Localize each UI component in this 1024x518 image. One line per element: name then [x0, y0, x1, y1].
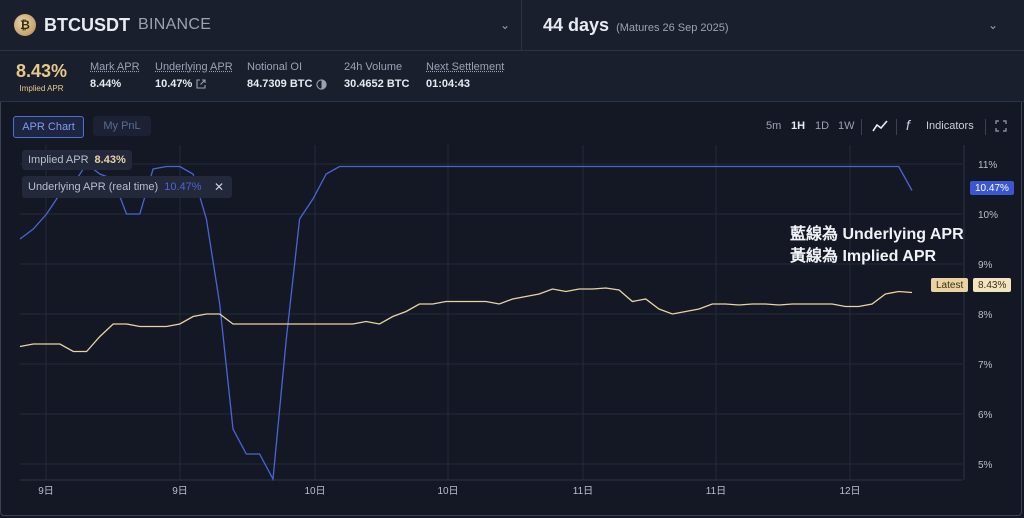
latest-label: Latest: [936, 279, 964, 291]
chevron-down-icon[interactable]: ⌄: [500, 18, 510, 32]
tab-apr-chart[interactable]: APR Chart: [13, 116, 84, 138]
maturity-selector[interactable]: 44 days (Matures 26 Sep 2025): [543, 15, 729, 36]
y-tick-label: 10%: [978, 210, 998, 221]
exchange-label: BINANCE: [138, 16, 212, 33]
chevron-down-icon[interactable]: ⌄: [988, 18, 998, 32]
x-tick-label: 10日: [437, 486, 458, 497]
x-tick-label: 11日: [573, 486, 593, 497]
symbol-label: BTCUSDT: [44, 14, 130, 35]
annotation-line-2: 黃線為 Implied APR: [790, 248, 937, 265]
days-label: 44 days: [543, 15, 610, 35]
legend-implied-label: Implied APR: [28, 154, 89, 166]
implied-apr-label: Implied APR: [19, 84, 64, 93]
chart-toolbar: APR Chart My PnL 5m 1H 1D 1W f Indicator…: [0, 108, 1024, 144]
legend-underlying: Underlying APR (real time) 10.47% ✕: [22, 176, 232, 198]
timeframe-1w[interactable]: 1W: [838, 120, 855, 132]
stat-value: 30.4652 BTC: [344, 78, 410, 90]
x-tick-label: 11日: [706, 486, 726, 497]
latest-price-tag: Latest: [931, 278, 969, 292]
stat-24h-volume: 24h Volume 30.4652 BTC: [344, 61, 409, 90]
legend-underlying-value: 10.47%: [164, 181, 202, 193]
stat-label: Notional OI: [247, 61, 303, 73]
top-bar: ₿ BTCUSDT BINANCE ⌄ 44 days (Matures 26 …: [0, 0, 1024, 51]
legend-implied: Implied APR 8.43%: [22, 150, 132, 170]
indicators-button[interactable]: Indicators: [926, 120, 974, 132]
timeframe-5m[interactable]: 5m: [766, 120, 781, 132]
implied-apr-summary: 8.43% Implied APR: [16, 61, 67, 93]
stat-value: 84.7309 BTC: [247, 78, 313, 90]
stat-value: 8.44%: [90, 78, 122, 90]
implied-apr-value: 8.43%: [16, 61, 68, 81]
stat-next-settlement: Next Settlement 01:04:43: [426, 61, 504, 90]
x-tick-label: 9日: [38, 486, 54, 497]
stat-label[interactable]: Mark APR: [90, 61, 140, 73]
stat-value: 01:04:43: [426, 78, 471, 90]
stat-value: 10.47%: [155, 78, 193, 90]
close-icon[interactable]: ✕: [214, 180, 224, 194]
y-tick-label: 6%: [978, 410, 993, 421]
underlying-apr-series-line: [19, 163, 913, 482]
pair-selector[interactable]: ₿ BTCUSDT BINANCE: [14, 14, 211, 36]
fullscreen-icon[interactable]: [995, 120, 1007, 132]
toolbar-divider: [896, 119, 897, 135]
stat-notional-oi: Notional OI 84.7309 BTC: [247, 61, 328, 90]
pie-chart-icon[interactable]: [316, 78, 328, 90]
toolbar-divider: [861, 119, 862, 135]
apr-line-chart[interactable]: 11% 10% 9% 8% 7% 6% 5% 9日 9日 10日 10日 11日 11日 12日: [0, 145, 1024, 505]
bitcoin-icon: ₿: [14, 14, 36, 36]
underlying-price-tag: 10.47%: [970, 181, 1014, 195]
y-tick-label: 8%: [978, 310, 993, 321]
y-tick-label: 9%: [978, 260, 993, 271]
function-icon[interactable]: f: [906, 117, 910, 133]
legend-implied-value: 8.43%: [94, 154, 126, 166]
timeframe-1d[interactable]: 1D: [815, 120, 829, 132]
legend-underlying-label: Underlying APR (real time): [28, 181, 159, 193]
timeframe-1h[interactable]: 1H: [791, 120, 805, 132]
header-divider: [521, 0, 522, 50]
stat-label: 24h Volume: [344, 61, 403, 73]
x-tick-label: 9日: [172, 486, 188, 497]
y-tick-label: 7%: [978, 360, 993, 371]
maturity-label: (Matures 26 Sep 2025): [616, 22, 729, 34]
latest-value-tag: 8.43%: [973, 278, 1012, 292]
stat-label[interactable]: Next Settlement: [426, 61, 504, 73]
line-chart-icon[interactable]: [872, 119, 888, 133]
y-tick-label: 11%: [978, 160, 997, 171]
external-link-icon[interactable]: [196, 79, 206, 89]
y-tick-label: 5%: [978, 460, 993, 471]
x-tick-label: 12日: [839, 486, 860, 497]
implied-apr-series-line: [19, 287, 913, 353]
stat-label[interactable]: Underlying APR: [155, 61, 233, 73]
x-tick-label: 10日: [304, 486, 325, 497]
stat-underlying-apr: Underlying APR 10.47%: [155, 61, 233, 90]
toolbar-divider: [985, 119, 986, 135]
stat-mark-apr: Mark APR 8.44%: [90, 61, 140, 90]
annotation-line-1: 藍線為 Underlying APR: [790, 226, 964, 243]
tab-my-pnl[interactable]: My PnL: [93, 116, 151, 136]
stats-bar: 8.43% Implied APR Mark APR 8.44% Underly…: [0, 51, 1024, 102]
